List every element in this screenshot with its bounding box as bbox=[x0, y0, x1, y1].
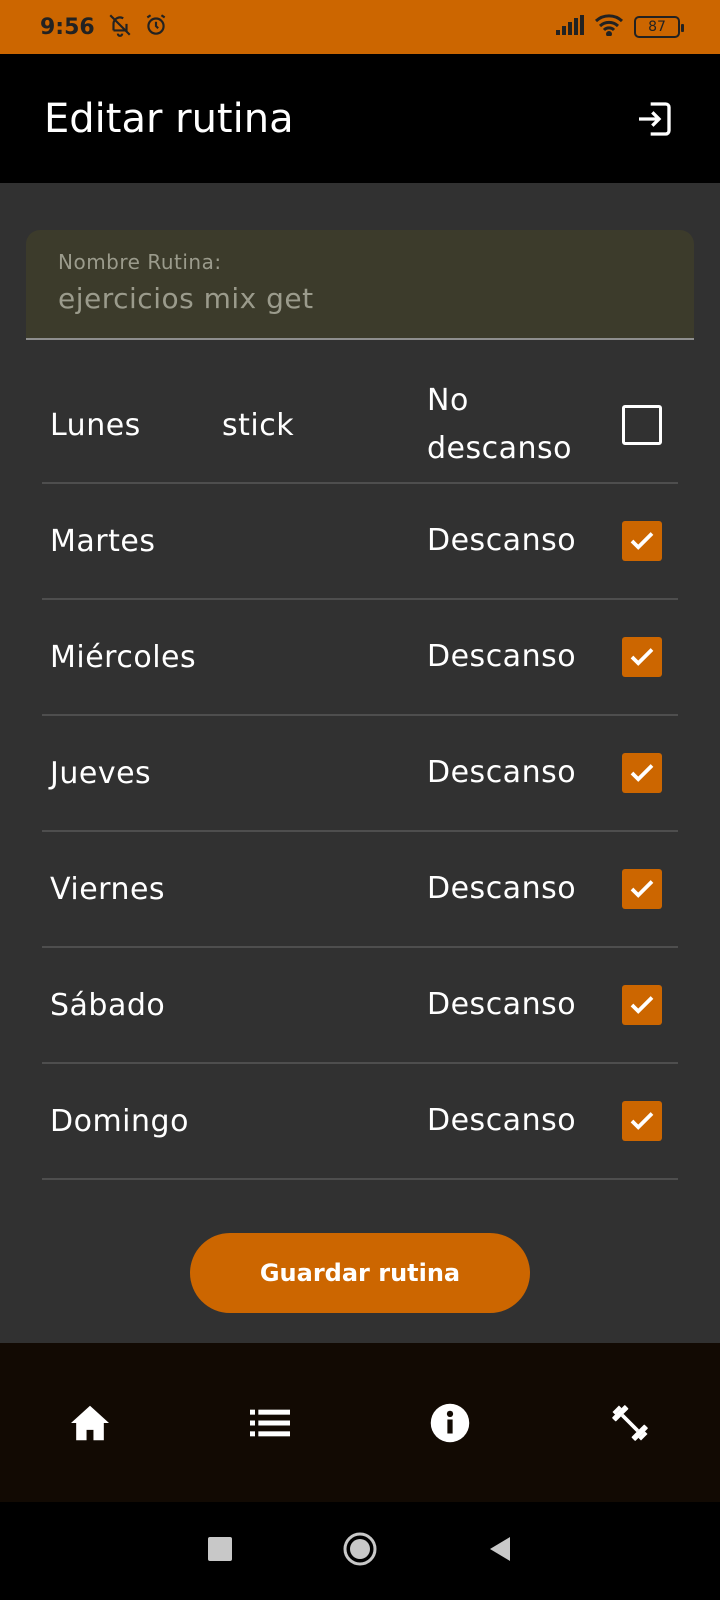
day-status: Descanso bbox=[427, 639, 577, 674]
app-bar: Editar rutina bbox=[0, 54, 720, 183]
bottom-nav bbox=[0, 1343, 720, 1502]
day-label: Jueves bbox=[50, 755, 152, 791]
info-icon bbox=[430, 1403, 470, 1442]
wifi-icon bbox=[594, 14, 624, 40]
day-label: Lunes bbox=[50, 407, 141, 443]
day-row-domingo: Domingo Descanso bbox=[42, 1064, 678, 1180]
bell-off-icon bbox=[107, 12, 133, 42]
signal-icon bbox=[556, 15, 584, 39]
checkmark-icon bbox=[630, 648, 654, 666]
day-status: Descanso bbox=[427, 987, 577, 1022]
save-routine-button[interactable]: Guardar rutina bbox=[190, 1233, 530, 1313]
day-label: Domingo bbox=[50, 1103, 189, 1139]
day-label: Martes bbox=[50, 523, 156, 559]
day-label: Sábado bbox=[50, 987, 166, 1023]
nav-home[interactable] bbox=[0, 1404, 180, 1442]
days-list: Lunes stick No descanso Martes Descanso … bbox=[42, 368, 678, 1180]
day-label: Viernes bbox=[50, 871, 166, 907]
checkmark-icon bbox=[630, 1112, 654, 1130]
alarm-icon bbox=[143, 12, 169, 42]
dumbbell-icon bbox=[612, 1404, 648, 1441]
nav-info[interactable] bbox=[360, 1402, 540, 1444]
day-row-martes: Martes Descanso bbox=[42, 484, 678, 600]
day-status: Descanso bbox=[427, 1103, 577, 1138]
rest-checkbox[interactable] bbox=[622, 985, 662, 1025]
home-icon bbox=[71, 1405, 109, 1440]
rest-checkbox[interactable] bbox=[622, 869, 662, 909]
status-time: 9:56 bbox=[40, 14, 95, 40]
day-row-jueves: Jueves Descanso bbox=[42, 716, 678, 832]
rest-checkbox[interactable] bbox=[622, 521, 662, 561]
exit-icon[interactable] bbox=[632, 97, 676, 141]
day-row-lunes: Lunes stick No descanso bbox=[42, 368, 678, 484]
nav-list[interactable] bbox=[180, 1408, 360, 1438]
routine-name-field[interactable]: Nombre Rutina: ejercicios mix get bbox=[26, 230, 694, 340]
day-status: No descanso bbox=[427, 383, 573, 466]
checkmark-icon bbox=[630, 996, 654, 1014]
routine-name-input[interactable]: ejercicios mix get bbox=[58, 282, 662, 315]
recents-button[interactable] bbox=[208, 1537, 232, 1565]
triangle-back-icon bbox=[490, 1537, 510, 1561]
day-row-miercoles: Miércoles Descanso bbox=[42, 600, 678, 716]
checkmark-icon bbox=[630, 764, 654, 782]
nav-workout[interactable] bbox=[540, 1401, 720, 1445]
home-button[interactable] bbox=[342, 1531, 378, 1571]
page-title: Editar rutina bbox=[44, 95, 294, 142]
day-routine: stick bbox=[222, 407, 295, 443]
day-status: Descanso bbox=[427, 755, 577, 790]
status-bar: 9:56 87 bbox=[0, 0, 720, 54]
rest-checkbox[interactable] bbox=[622, 637, 662, 677]
system-nav-bar bbox=[0, 1502, 720, 1600]
routine-name-label: Nombre Rutina: bbox=[58, 250, 222, 274]
battery-indicator: 87 bbox=[634, 16, 684, 38]
back-button[interactable] bbox=[488, 1536, 512, 1566]
rest-checkbox[interactable] bbox=[622, 1101, 662, 1141]
content: Nombre Rutina: ejercicios mix get Lunes … bbox=[0, 183, 720, 1343]
day-status: Descanso bbox=[427, 523, 577, 558]
checkmark-icon bbox=[630, 532, 654, 550]
checkmark-icon bbox=[630, 880, 654, 898]
list-icon bbox=[250, 1409, 290, 1436]
day-row-sabado: Sábado Descanso bbox=[42, 948, 678, 1064]
day-status: Descanso bbox=[427, 871, 577, 906]
day-label: Miércoles bbox=[50, 639, 197, 675]
rest-checkbox[interactable] bbox=[622, 753, 662, 793]
rest-checkbox[interactable] bbox=[622, 405, 662, 445]
circle-icon bbox=[343, 1532, 377, 1566]
day-row-viernes: Viernes Descanso bbox=[42, 832, 678, 948]
square-icon bbox=[208, 1537, 232, 1561]
